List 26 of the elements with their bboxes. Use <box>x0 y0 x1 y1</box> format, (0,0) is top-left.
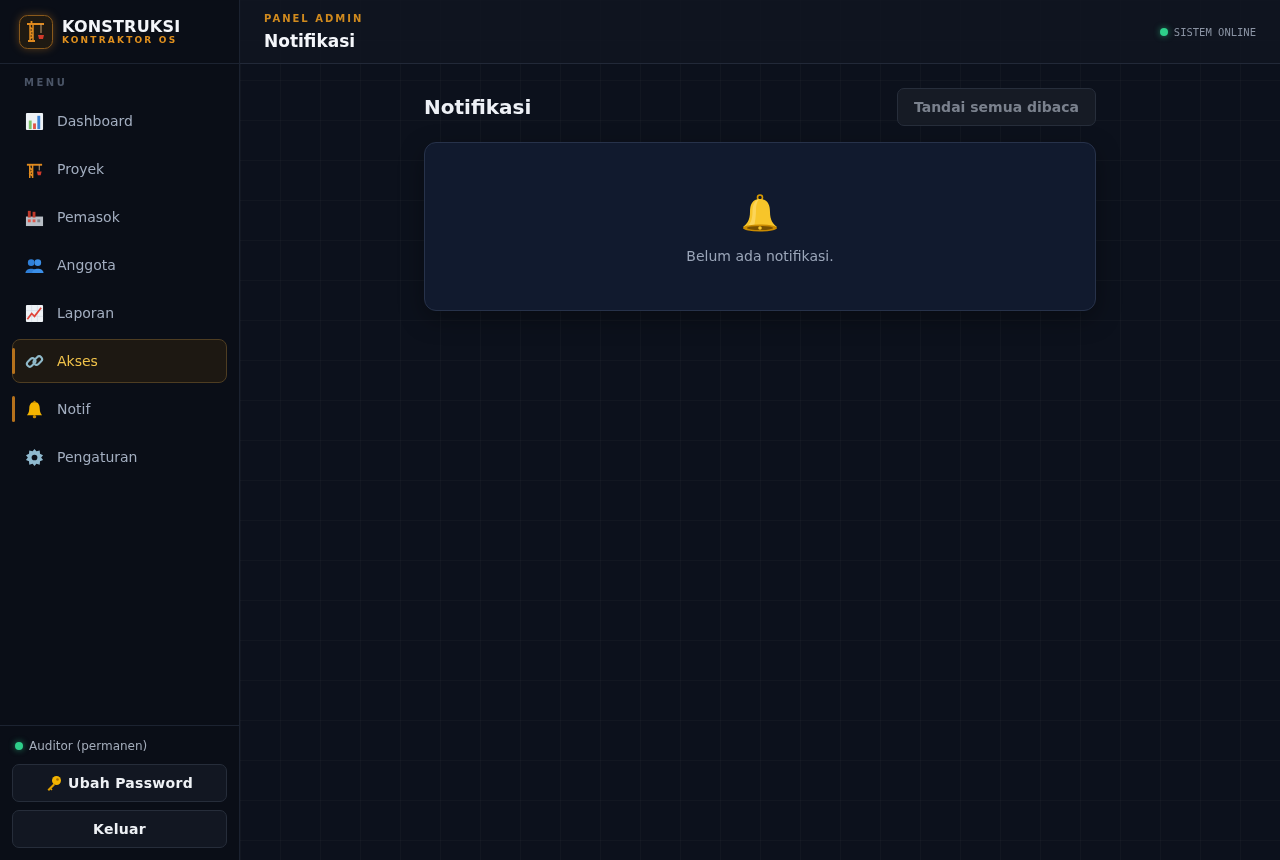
user-role-label: Auditor (permanen) <box>29 739 148 753</box>
bar-chart-icon <box>25 111 44 131</box>
nav-item[interactable]: Pemasok <box>12 195 227 239</box>
line-chart-icon <box>25 303 44 323</box>
crane-logo-icon <box>19 14 53 49</box>
brand-tagline: KONTRAKTOR OS <box>62 35 179 45</box>
section-title: Notifikasi <box>424 95 532 119</box>
page-title: Notifikasi <box>264 30 357 51</box>
nav-item[interactable]: Proyek <box>12 147 227 191</box>
gear-icon <box>25 447 44 467</box>
menu-section-label: MENU <box>23 76 69 90</box>
bell-icon <box>25 399 44 419</box>
nav-item[interactable]: Akses <box>12 339 227 383</box>
nav-item[interactable]: Anggota <box>12 243 227 287</box>
key-icon <box>45 775 62 791</box>
nav-item[interactable]: Pengaturan <box>12 435 227 479</box>
nav-item[interactable]: Dashboard <box>12 99 227 143</box>
nav-item[interactable]: Notif <box>12 387 227 431</box>
bell-icon <box>740 193 780 234</box>
panel-eyebrow: PANEL ADMIN <box>264 12 364 25</box>
brand-name: KONSTRUKSI <box>62 18 181 35</box>
change-password-button[interactable]: Ubah Password <box>12 764 227 802</box>
logout-button[interactable]: Keluar <box>12 810 227 848</box>
empty-state-message: Belum ada notifikasi. <box>686 247 834 264</box>
system-status-label: SISTEM ONLINE <box>1173 25 1256 38</box>
nav-item[interactable]: Laporan <box>12 291 227 335</box>
